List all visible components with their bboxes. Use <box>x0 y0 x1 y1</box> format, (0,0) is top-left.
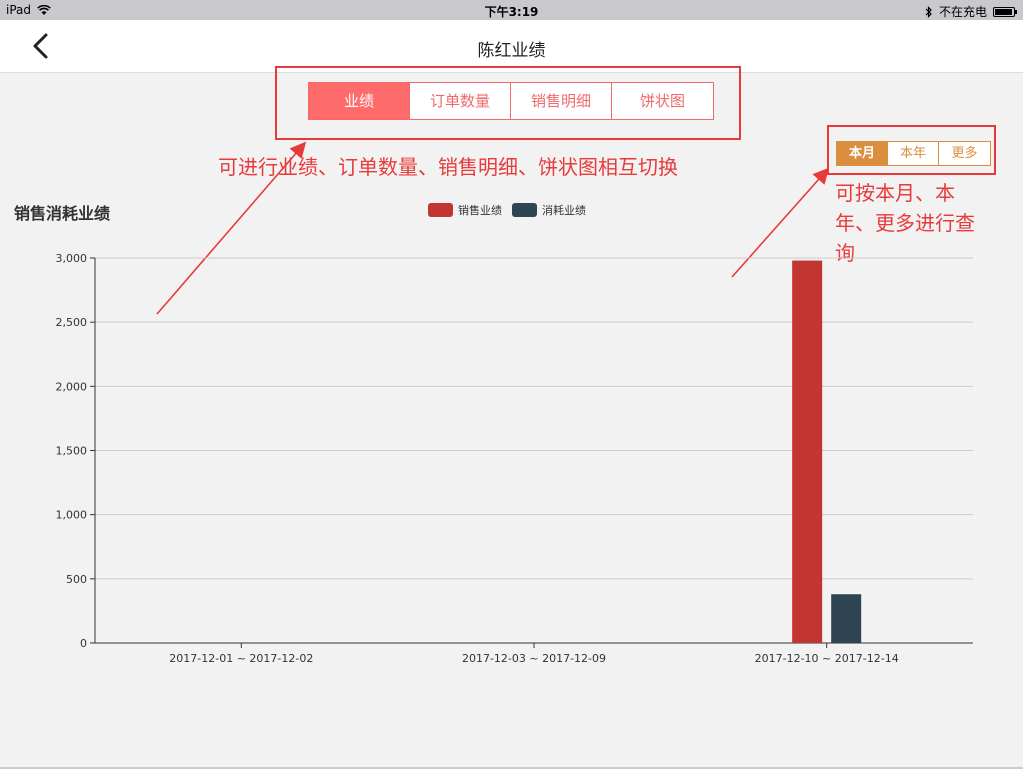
x-tick-label: 2017-12-10 ~ 2017-12-14 <box>755 652 899 665</box>
charging-status: 不在充电 <box>938 5 987 19</box>
status-right: 不在充电 <box>925 3 1017 20</box>
page-title: 陈红业绩 <box>477 41 546 61</box>
legend-swatch-consume <box>512 203 537 217</box>
tab-order-count[interactable]: 订单数量 <box>410 83 511 119</box>
y-tick-label: 1,000 <box>56 509 88 522</box>
y-tick-label: 0 <box>80 637 87 650</box>
x-tick-label: 2017-12-03 ~ 2017-12-09 <box>462 652 606 665</box>
bar-consume <box>831 594 862 643</box>
bar-sales <box>792 260 823 643</box>
tab-pie-chart[interactable]: 饼状图 <box>612 83 713 119</box>
x-tick-label: 2017-12-01 ~ 2017-12-02 <box>169 652 313 665</box>
tab-sales-detail[interactable]: 销售明细 <box>511 83 612 119</box>
chart-legend: 销售业绩 消耗业绩 <box>428 202 586 218</box>
annotation-tabs-note: 可进行业绩、订单数量、销售明细、饼状图相互切换 <box>218 155 678 179</box>
legend-item-consume[interactable]: 消耗业绩 <box>512 202 586 218</box>
period-more[interactable]: 更多 <box>939 142 990 165</box>
legend-swatch-sales <box>428 203 453 217</box>
legend-label-sales: 销售业绩 <box>458 204 502 217</box>
bar-chart: 0 500 1,000 1,500 2,000 2,500 3,000 2017-12-01 … <box>56 252 973 665</box>
legend-label-consume: 消耗业绩 <box>542 204 586 217</box>
y-tick-label: 2,500 <box>56 316 88 329</box>
status-bar: iPad 下午3:19 不在充电 <box>0 0 1023 20</box>
tab-performance[interactable]: 业绩 <box>309 83 410 119</box>
period-tabs: 本月 本年 更多 <box>836 141 991 166</box>
period-this-month[interactable]: 本月 <box>837 142 888 165</box>
annotation-period-note-1: 可按本月、本 <box>835 181 955 205</box>
annotation-period-note-2: 年、更多进行查 <box>835 211 975 235</box>
status-time: 下午3:19 <box>484 5 539 19</box>
battery-icon <box>993 6 1017 17</box>
y-tick-label: 500 <box>66 573 87 586</box>
y-tick-label: 1,500 <box>56 445 88 458</box>
legend-item-sales[interactable]: 销售业绩 <box>428 202 502 218</box>
chart-title: 销售消耗业绩 <box>14 204 111 223</box>
y-tick-label: 3,000 <box>56 252 88 265</box>
view-tabs: 业绩 订单数量 销售明细 饼状图 <box>308 82 714 120</box>
bluetooth-icon <box>925 5 932 18</box>
y-tick-label: 2,000 <box>56 380 88 393</box>
period-this-year[interactable]: 本年 <box>888 142 939 165</box>
